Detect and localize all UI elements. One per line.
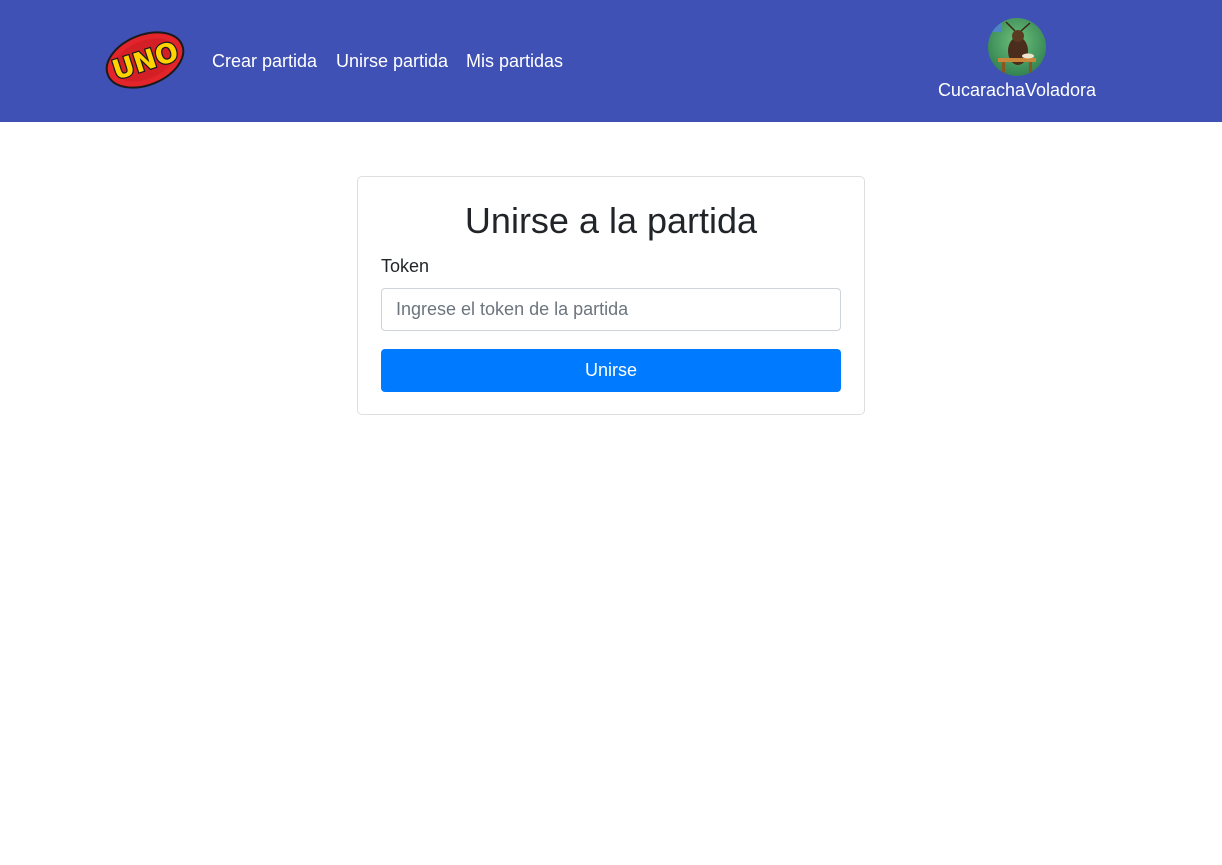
top-navbar: UNO Crear partida Unirse partida Mis par… <box>0 0 1222 122</box>
user-menu[interactable]: CucarachaVoladora <box>930 16 1104 106</box>
uno-logo-icon: UNO <box>105 31 185 89</box>
page-title: Unirse a la partida <box>464 200 758 241</box>
nav-unirse-partida[interactable]: Unirse partida <box>336 50 448 72</box>
nav-crear-partida[interactable]: Crear partida <box>212 50 317 72</box>
join-button[interactable]: Unirse <box>381 349 841 392</box>
username: CucarachaVoladora <box>937 80 1097 100</box>
nav-mis-partidas[interactable]: Mis partidas <box>466 50 563 72</box>
token-label: Token <box>381 256 430 276</box>
join-game-card: Unirse a la partida Token Unirse <box>357 176 865 415</box>
uno-logo[interactable]: UNO <box>103 29 187 91</box>
token-input[interactable] <box>381 288 841 331</box>
user-avatar-icon <box>988 18 1046 76</box>
